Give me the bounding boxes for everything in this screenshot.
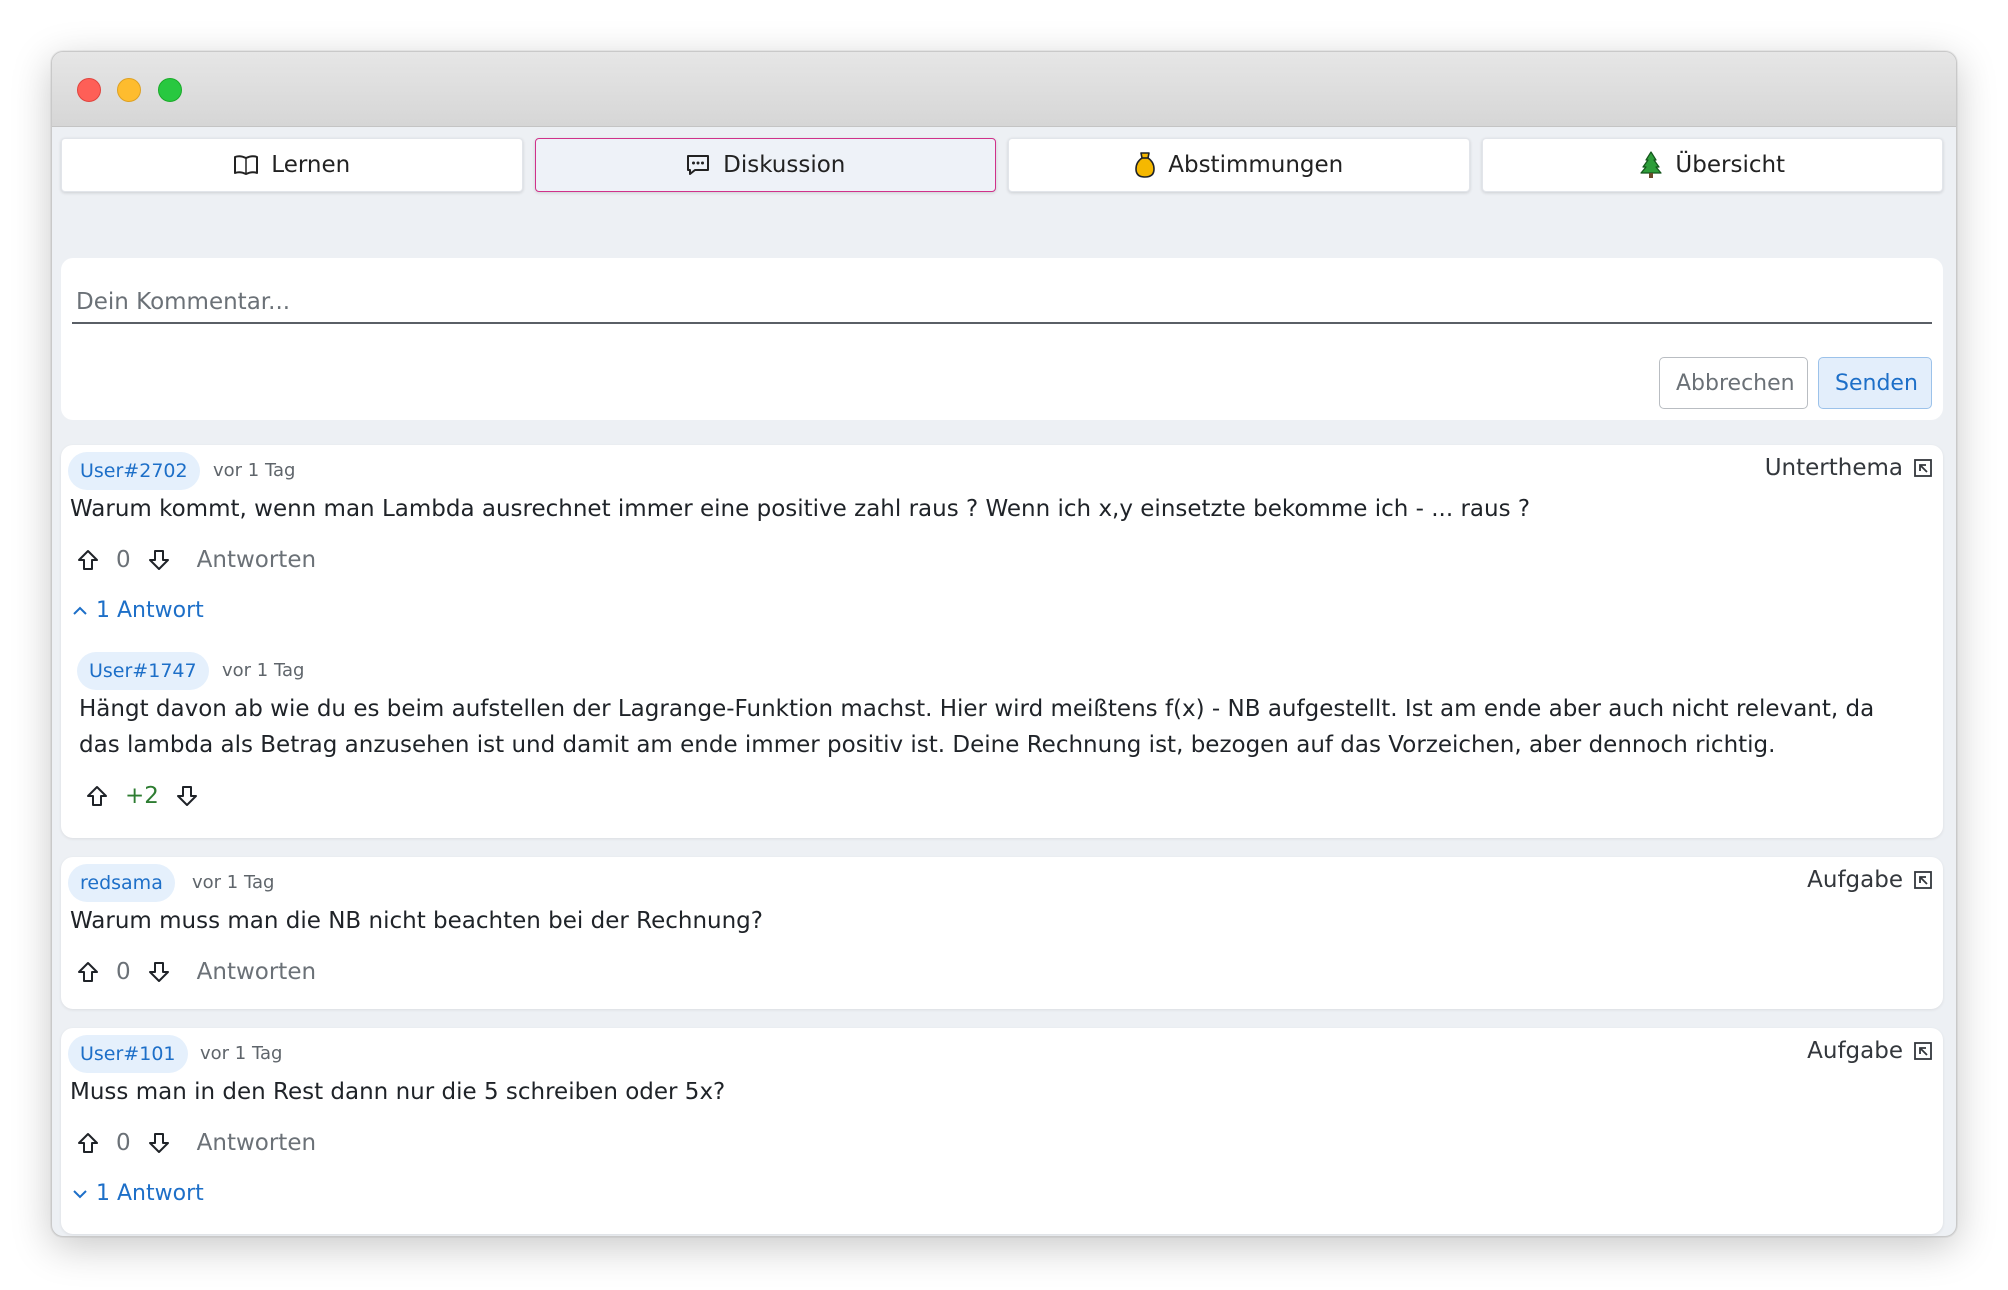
upvote-icon[interactable] (76, 960, 100, 984)
downvote-icon[interactable] (147, 960, 171, 984)
downvote-icon[interactable] (175, 784, 199, 808)
replies-toggle-label: 1 Antwort (96, 598, 204, 623)
send-button[interactable]: Senden (1818, 357, 1932, 409)
tab-label: Diskussion (723, 152, 846, 178)
tab-lernen[interactable]: Lernen (61, 138, 523, 192)
titlebar (52, 52, 1956, 127)
downvote-icon[interactable] (147, 1131, 171, 1155)
comment-actions: 0 Antworten (76, 544, 316, 576)
tree-icon (1640, 151, 1663, 178)
replies-toggle-label: 1 Antwort (96, 1181, 204, 1206)
upvote-icon[interactable] (76, 548, 100, 572)
topic-link[interactable]: Unterthema (1765, 455, 1933, 481)
timestamp: vor 1 Tag (222, 660, 305, 681)
reply-button[interactable]: Antworten (197, 959, 316, 985)
comment-text: Warum muss man die NB nicht beachten bei… (70, 908, 763, 934)
chevron-up-icon (73, 606, 87, 615)
tab-label: Übersicht (1675, 152, 1786, 178)
external-link-icon (1914, 1042, 1932, 1060)
book-icon (234, 155, 259, 175)
comment-text: Muss man in den Rest dann nur die 5 schr… (70, 1079, 726, 1105)
comment-composer: Abbrechen Senden (61, 258, 1943, 420)
reply-actions: +2 (85, 780, 199, 812)
topic-link[interactable]: Aufgabe (1807, 867, 1933, 893)
tab-label: Abstimmungen (1168, 152, 1344, 178)
app-window: Lernen Diskussion Abstimmungen Übersicht… (51, 51, 1957, 1237)
replies-toggle[interactable]: 1 Antwort (72, 598, 204, 623)
timestamp: vor 1 Tag (200, 1043, 283, 1064)
reply-button[interactable]: Antworten (197, 547, 316, 573)
external-link-icon (1914, 871, 1932, 889)
upvote-icon[interactable] (85, 784, 109, 808)
vote-count: 0 (116, 1130, 131, 1156)
minimize-window-button[interactable] (117, 78, 141, 102)
comment-card: User#2702 vor 1 Tag Unterthema Warum kom… (61, 445, 1943, 838)
comment-actions: 0 Antworten (76, 1127, 316, 1159)
timestamp: vor 1 Tag (213, 460, 296, 481)
comment-input[interactable] (72, 282, 1932, 324)
tab-label: Lernen (271, 152, 351, 178)
comment-card: redsama vor 1 Tag Aufgabe Warum muss man… (61, 857, 1943, 1009)
comment-text: Warum kommt, wenn man Lambda ausrechnet … (70, 496, 1531, 522)
chat-icon (687, 155, 710, 175)
vote-count: +2 (125, 783, 159, 809)
replies-toggle[interactable]: 1 Antwort (72, 1181, 204, 1206)
user-chip[interactable]: redsama (68, 864, 175, 902)
topic-label: Unterthema (1764, 455, 1903, 481)
comment-card: User#101 vor 1 Tag Aufgabe Muss man in d… (61, 1028, 1943, 1234)
upvote-icon[interactable] (76, 1131, 100, 1155)
reply-button[interactable]: Antworten (197, 1130, 316, 1156)
user-chip[interactable]: User#2702 (68, 452, 200, 490)
close-window-button[interactable] (77, 78, 101, 102)
downvote-icon[interactable] (147, 548, 171, 572)
tab-diskussion[interactable]: Diskussion (534, 138, 996, 192)
vote-count: 0 (116, 959, 131, 985)
topic-link[interactable]: Aufgabe (1807, 1038, 1933, 1064)
tab-abstimmungen[interactable]: Abstimmungen (1008, 138, 1470, 192)
external-link-icon (1914, 459, 1932, 477)
cancel-button[interactable]: Abbrechen (1659, 357, 1808, 409)
comment-actions: 0 Antworten (76, 956, 316, 988)
zoom-window-button[interactable] (158, 78, 182, 102)
vote-count: 0 (116, 547, 131, 573)
tab-uebersicht[interactable]: Übersicht (1481, 138, 1943, 192)
tab-bar: Lernen Diskussion Abstimmungen Übersicht (61, 138, 1943, 192)
vote-icon (1135, 152, 1156, 178)
chevron-down-icon (73, 1189, 87, 1198)
user-chip[interactable]: User#101 (68, 1035, 188, 1073)
user-chip[interactable]: User#1747 (77, 652, 209, 690)
topic-label: Aufgabe (1807, 1038, 1903, 1064)
topic-label: Aufgabe (1807, 867, 1903, 893)
reply-text: Hängt davon ab wie du es beim aufstellen… (79, 696, 1875, 758)
timestamp: vor 1 Tag (192, 872, 275, 893)
